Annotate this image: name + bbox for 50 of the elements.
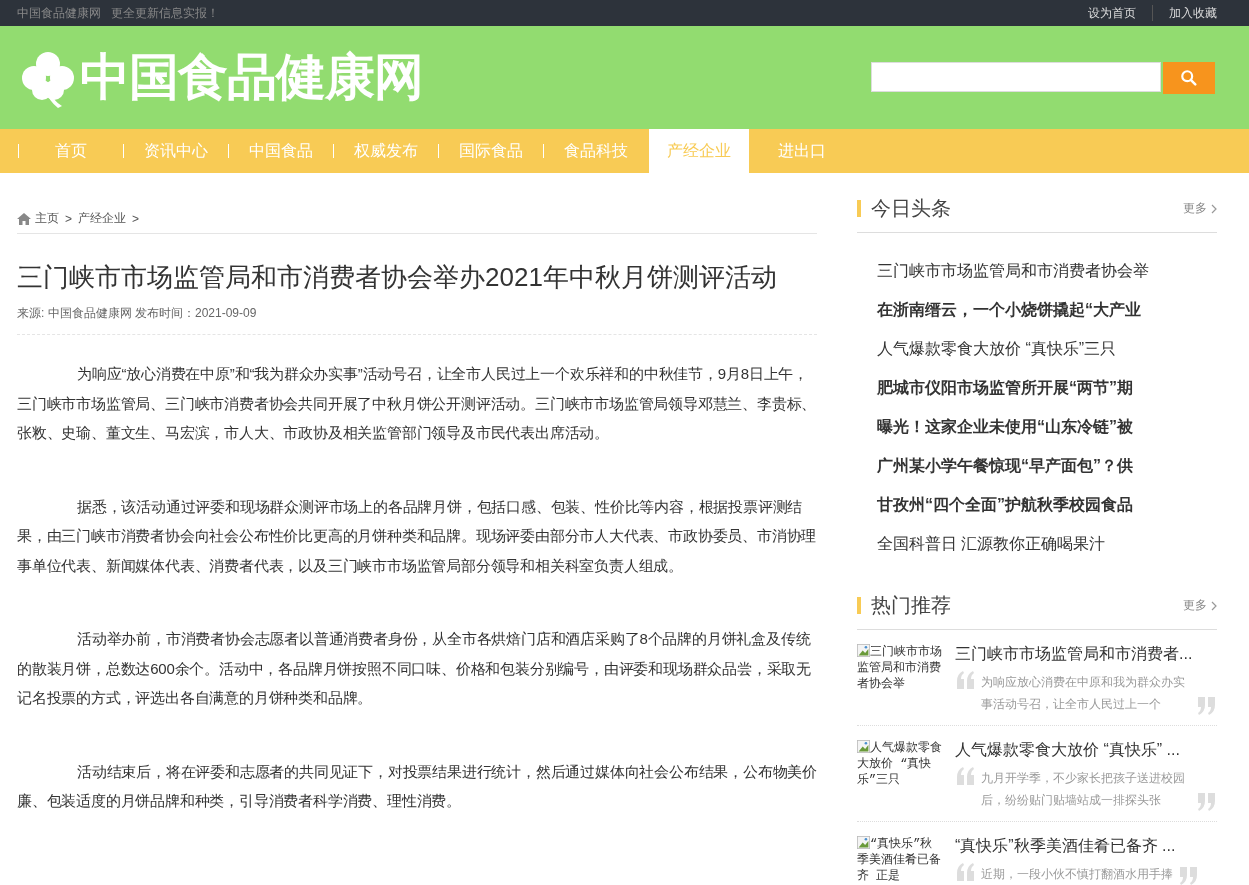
article-link[interactable]: 三门峡市市场监管局和市消费者... bbox=[955, 644, 1217, 665]
quote-icon bbox=[1195, 793, 1217, 811]
article-paragraph: 据悉，该活动通过评委和现场群众测评市场上的各品牌月饼，包括口感、包装、性价比等内容，根据投票评测结果，由三门峡市消费者协会向社会公布性价比更高的月饼种类和品牌。现场评委由部分市人大代表、市政协委员、市消协理事单位代表、新闻媒体代表、消费者代表，以及三门峡市市场监管局部分领导和相关科室负责人组成。 bbox=[17, 496, 817, 576]
section-title: 热门推荐 bbox=[871, 593, 952, 618]
headline-link[interactable]: 曝光！这家企业未使用“山东冷链”被 bbox=[877, 417, 1133, 438]
quote-icon bbox=[955, 863, 977, 881]
site-slogan: 更全更新信息实报！ bbox=[111, 4, 219, 22]
search-field[interactable] bbox=[871, 61, 1161, 92]
quote-icon bbox=[955, 671, 977, 689]
article-excerpt: 九月开学季，不少家长把孩子送进校园后，纷纷贴门贴墙站成一排探头张 bbox=[981, 770, 1186, 809]
article-link[interactable]: 人气爆款零食大放价 “真快乐” ... bbox=[955, 740, 1217, 761]
headline-link[interactable]: 三门峡市市场监管局和市消费者协会举 bbox=[877, 261, 1149, 282]
article-paragraph: 活动结束后，将在评委和志愿者的共同见证下，对投票结果进行统计，然后通过媒体向社会公布结果，公布物美价廉、包装适度的月饼品牌和种类，引导消费者科学消费、理性消费。 bbox=[17, 761, 817, 811]
headline-link[interactable]: 在浙南缙云，一个小烧饼撬起“大产业 bbox=[877, 300, 1141, 321]
chevron-icon bbox=[1211, 600, 1217, 611]
top-link[interactable]: 加入收藏 bbox=[1169, 4, 1217, 22]
broken-image: 人气爆款零食大放价 “真快乐”三只 bbox=[857, 740, 943, 789]
quote-icon bbox=[955, 767, 977, 785]
article-paragraph: 为响应“放心消费在中原”和“我为群众办实事”活动号召，让全市人民过上一个欢乐祥和的中秋佳节，9月8日上午，三门峡市市场监管局、三门峡市消费者协会共同开展了中秋月饼公开测评活动。三门峡市市场监管局领导邓慧兰、李贵标、张敉、史瑜、董文生、马宏滨，市人大、市政协及相关监管部门领导及市民代表出席活动。 bbox=[17, 364, 817, 443]
broken-image: “真快乐”秋季美酒佳肴已备齐 正是 bbox=[857, 836, 942, 885]
site-name: 中国食品健康网 bbox=[17, 4, 101, 22]
breadcrumb-separator: > bbox=[65, 211, 72, 226]
article-excerpt: 为响应放心消费在中原和我为群众办实事活动号召，让全市人民过上一个 bbox=[981, 674, 1186, 713]
breadcrumb-link[interactable]: 产经企业 bbox=[78, 210, 126, 227]
more-link[interactable]: 更多 bbox=[1183, 200, 1217, 217]
broken-image-icon bbox=[857, 644, 870, 657]
headline-link[interactable]: 肥城市仪阳市场监管所开展“两节”期 bbox=[877, 378, 1133, 399]
article-meta: 来源: 中国食品健康网 发布时间：2021-09-09 bbox=[17, 305, 817, 335]
search-icon bbox=[1180, 68, 1198, 87]
article-excerpt: 近期，一段小伙不慎打翻酒水用手捧 bbox=[981, 866, 1173, 883]
headline-link[interactable]: 人气爆款零食大放价 “真快乐”三只 bbox=[877, 339, 1117, 360]
article-paragraph: 活动举办前，市消费者协会志愿者以普通消费者身份，从全市各烘焙门店和酒店采购了8个品牌的月饼礼盒及传统的散装月饼，总数达600余个。活动中，各品牌月饼按照不同口味、价格和包装分别编号，由评委和现场群众品尝，采取无记名投票的方式，评选出各自满意的月饼种类和品牌。 bbox=[17, 629, 813, 708]
search-button[interactable] bbox=[1163, 61, 1215, 94]
headline-link[interactable]: 甘孜州“四个全面”护航秋季校园食品 bbox=[877, 495, 1133, 516]
chevron-icon bbox=[1211, 203, 1217, 214]
broken-image-icon bbox=[857, 836, 870, 849]
article-title: 三门峡市市场监管局和市消费者协会举办2021年中秋月饼测评活动 bbox=[17, 261, 778, 294]
headline-link[interactable]: 广州某小学午餐惊现“早产面包”？供 bbox=[877, 456, 1133, 477]
broken-image: 三门峡市市场监管局和市消费者协会举 bbox=[857, 644, 943, 693]
article-link[interactable]: “真快乐”秋季美酒佳肴已备齐 ... bbox=[955, 836, 1217, 857]
headline-link[interactable]: 全国科普日 汇源教你正确喝果汁 bbox=[877, 534, 1106, 555]
broken-image-icon bbox=[857, 740, 870, 753]
breadcrumb-link[interactable]: 主页 bbox=[35, 210, 59, 227]
home-icon bbox=[17, 212, 31, 225]
top-link[interactable]: 设为首页 bbox=[1088, 4, 1136, 22]
more-link[interactable]: 更多 bbox=[1183, 597, 1217, 614]
quote-icon bbox=[1177, 867, 1199, 885]
breadcrumb-separator: > bbox=[132, 211, 140, 226]
section-title: 今日头条 bbox=[871, 196, 952, 221]
quote-icon bbox=[1195, 697, 1217, 715]
